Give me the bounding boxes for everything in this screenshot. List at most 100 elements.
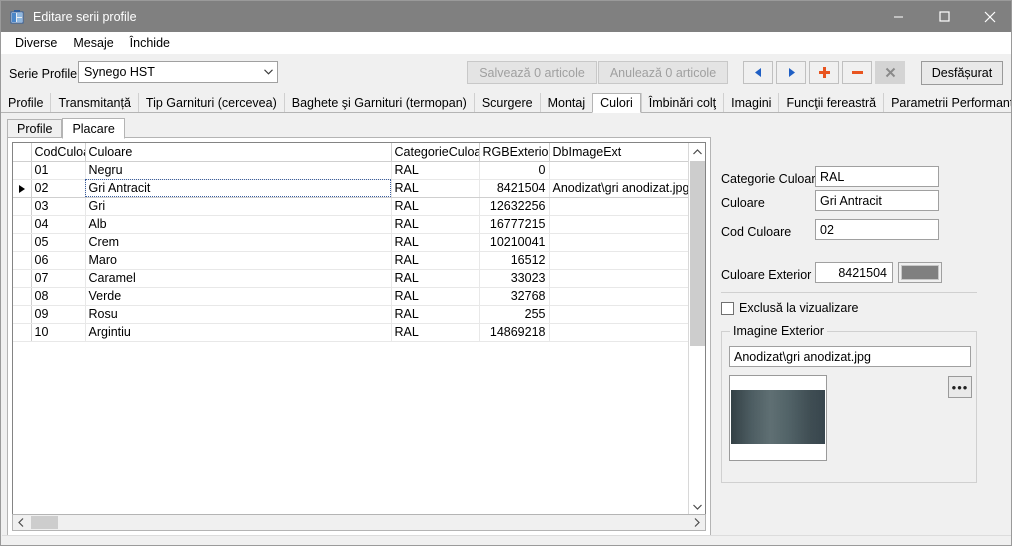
menu-item-diverse[interactable]: Diverse xyxy=(7,34,65,52)
cell-codculoare[interactable]: 01 xyxy=(31,161,86,180)
cell-codculoare[interactable]: 03 xyxy=(31,197,86,216)
column-header-dbimageext[interactable]: DbImageExt xyxy=(549,143,689,162)
cod-culoare-field[interactable]: 02 xyxy=(815,219,939,240)
exclude-from-view-checkbox[interactable]: Exclusă la vizualizare xyxy=(721,301,859,315)
cell-codculoare[interactable]: 04 xyxy=(31,215,86,234)
next-record-icon[interactable] xyxy=(776,61,806,84)
colors-data-grid[interactable]: CodCuloare Culoare CategorieCuloare RGBE… xyxy=(12,142,706,516)
cell-rgbexterior[interactable]: 16512 xyxy=(479,251,550,270)
vertical-scroll-thumb[interactable] xyxy=(690,161,705,346)
grid-vertical-scrollbar[interactable] xyxy=(688,143,705,515)
culoare-exterior-field[interactable]: 8421504 xyxy=(815,262,893,283)
cell-rgbexterior[interactable]: 16777215 xyxy=(479,215,550,234)
cell-dbimageext[interactable] xyxy=(549,251,689,270)
tab-scurgere[interactable]: Scurgere xyxy=(473,93,540,112)
cell-dbimageext[interactable] xyxy=(549,161,689,180)
cell-categorieculoare[interactable]: RAL xyxy=(391,287,480,306)
scroll-up-icon[interactable] xyxy=(689,143,705,160)
cell-rgbexterior[interactable]: 32768 xyxy=(479,287,550,306)
table-row[interactable]: 09 Rosu RAL 255 xyxy=(13,305,689,324)
cell-codculoare[interactable]: 07 xyxy=(31,269,86,288)
close-icon[interactable] xyxy=(967,1,1011,32)
menu-item-inchide[interactable]: Închide xyxy=(122,34,178,52)
expand-button[interactable]: Desfășurat xyxy=(921,61,1003,85)
tab-montaj[interactable]: Montaj xyxy=(539,93,593,112)
tab-parametrii-performanta[interactable]: Parametrii Performanţă xyxy=(883,93,1011,112)
cell-culoare[interactable]: Rosu xyxy=(85,305,392,324)
cell-culoare[interactable]: Argintiu xyxy=(85,323,392,342)
prev-record-icon[interactable] xyxy=(743,61,773,84)
subtab-placare[interactable]: Placare xyxy=(62,118,125,139)
cell-culoare[interactable]: Verde xyxy=(85,287,392,306)
table-row[interactable]: 03 Gri RAL 12632256 xyxy=(13,197,689,216)
column-header-rgbexterior[interactable]: RGBExterior xyxy=(479,143,550,162)
cell-codculoare[interactable]: 06 xyxy=(31,251,86,270)
cell-rgbexterior[interactable]: 0 xyxy=(479,161,550,180)
grid-horizontal-scrollbar[interactable] xyxy=(12,514,706,531)
cell-categorieculoare[interactable]: RAL xyxy=(391,323,480,342)
cancel-button[interactable]: Anulează 0 articole xyxy=(598,61,728,84)
add-record-icon[interactable] xyxy=(809,61,839,84)
cell-dbimageext[interactable] xyxy=(549,197,689,216)
categorie-culoare-field[interactable]: RAL xyxy=(815,166,939,187)
tab-culori[interactable]: Culori xyxy=(592,93,641,113)
table-row[interactable]: 08 Verde RAL 32768 xyxy=(13,287,689,306)
cell-culoare[interactable]: Negru xyxy=(85,161,392,180)
cell-dbimageext[interactable] xyxy=(549,287,689,306)
culoare-field[interactable]: Gri Antracit xyxy=(815,190,939,211)
minimize-icon[interactable] xyxy=(875,1,921,32)
tab-imagini[interactable]: Imagini xyxy=(723,93,779,112)
browse-button[interactable]: ••• xyxy=(948,376,972,398)
table-row[interactable]: 06 Maro RAL 16512 xyxy=(13,251,689,270)
horizontal-scroll-thumb[interactable] xyxy=(31,516,58,529)
tab-tip-garnituri[interactable]: Tip Garnituri (cercevea) xyxy=(137,93,284,112)
tab-functii-fereastra[interactable]: Funcţii fereastră xyxy=(778,93,884,112)
delete-record-icon[interactable] xyxy=(842,61,872,84)
cell-categorieculoare[interactable]: RAL xyxy=(391,161,480,180)
menu-item-mesaje[interactable]: Mesaje xyxy=(65,34,121,52)
cell-rgbexterior[interactable]: 12632256 xyxy=(479,197,550,216)
table-row[interactable]: 02 Gri Antracit RAL 8421504 Anodizat\gri… xyxy=(13,179,689,198)
tab-transmitanta[interactable]: Transmitanță xyxy=(50,93,138,112)
cell-categorieculoare[interactable]: RAL xyxy=(391,215,480,234)
cell-dbimageext[interactable] xyxy=(549,233,689,252)
cell-dbimageext[interactable] xyxy=(549,269,689,288)
table-row[interactable]: 10 Argintiu RAL 14869218 xyxy=(13,323,689,342)
save-button[interactable]: Salvează 0 articole xyxy=(467,61,597,84)
cell-culoare[interactable]: Alb xyxy=(85,215,392,234)
maximize-icon[interactable] xyxy=(921,1,967,32)
cell-categorieculoare[interactable]: RAL xyxy=(391,305,480,324)
table-row[interactable]: 07 Caramel RAL 33023 xyxy=(13,269,689,288)
cell-codculoare[interactable]: 10 xyxy=(31,323,86,342)
column-header-culoare[interactable]: Culoare xyxy=(85,143,392,162)
scroll-down-icon[interactable] xyxy=(689,498,705,515)
cell-rgbexterior[interactable]: 8421504 xyxy=(479,179,550,198)
cell-dbimageext[interactable] xyxy=(549,323,689,342)
cell-categorieculoare[interactable]: RAL xyxy=(391,179,480,198)
cell-categorieculoare[interactable]: RAL xyxy=(391,197,480,216)
table-row[interactable]: 04 Alb RAL 16777215 xyxy=(13,215,689,234)
cell-culoare[interactable]: Maro xyxy=(85,251,392,270)
cell-rgbexterior[interactable]: 255 xyxy=(479,305,550,324)
cell-culoare[interactable]: Caramel xyxy=(85,269,392,288)
table-row[interactable]: 01 Negru RAL 0 xyxy=(13,161,689,180)
tab-profile[interactable]: Profile xyxy=(1,93,51,112)
checkbox-box[interactable] xyxy=(721,301,734,315)
tab-imbinari-colt[interactable]: Îmbinări colţ xyxy=(640,93,724,112)
scroll-left-icon[interactable] xyxy=(13,515,29,530)
column-header-codculoare[interactable]: CodCuloare xyxy=(31,143,86,162)
cell-culoare[interactable]: Gri xyxy=(85,197,392,216)
cell-culoare[interactable]: Gri Antracit xyxy=(85,179,392,198)
cell-codculoare[interactable]: 08 xyxy=(31,287,86,306)
cell-rgbexterior[interactable]: 10210041 xyxy=(479,233,550,252)
table-row[interactable]: 05 Crem RAL 10210041 xyxy=(13,233,689,252)
serie-profile-select[interactable]: Synego HST xyxy=(78,61,278,83)
cell-dbimageext[interactable]: Anodizat\gri anodizat.jpg xyxy=(549,179,689,198)
cell-culoare[interactable]: Crem xyxy=(85,233,392,252)
cell-codculoare[interactable]: 02 xyxy=(31,179,86,198)
cell-dbimageext[interactable] xyxy=(549,215,689,234)
scroll-right-icon[interactable] xyxy=(689,515,705,530)
tab-baghete-garnituri[interactable]: Baghete şi Garnituri (termopan) xyxy=(283,93,474,112)
cell-rgbexterior[interactable]: 33023 xyxy=(479,269,550,288)
cell-categorieculoare[interactable]: RAL xyxy=(391,269,480,288)
